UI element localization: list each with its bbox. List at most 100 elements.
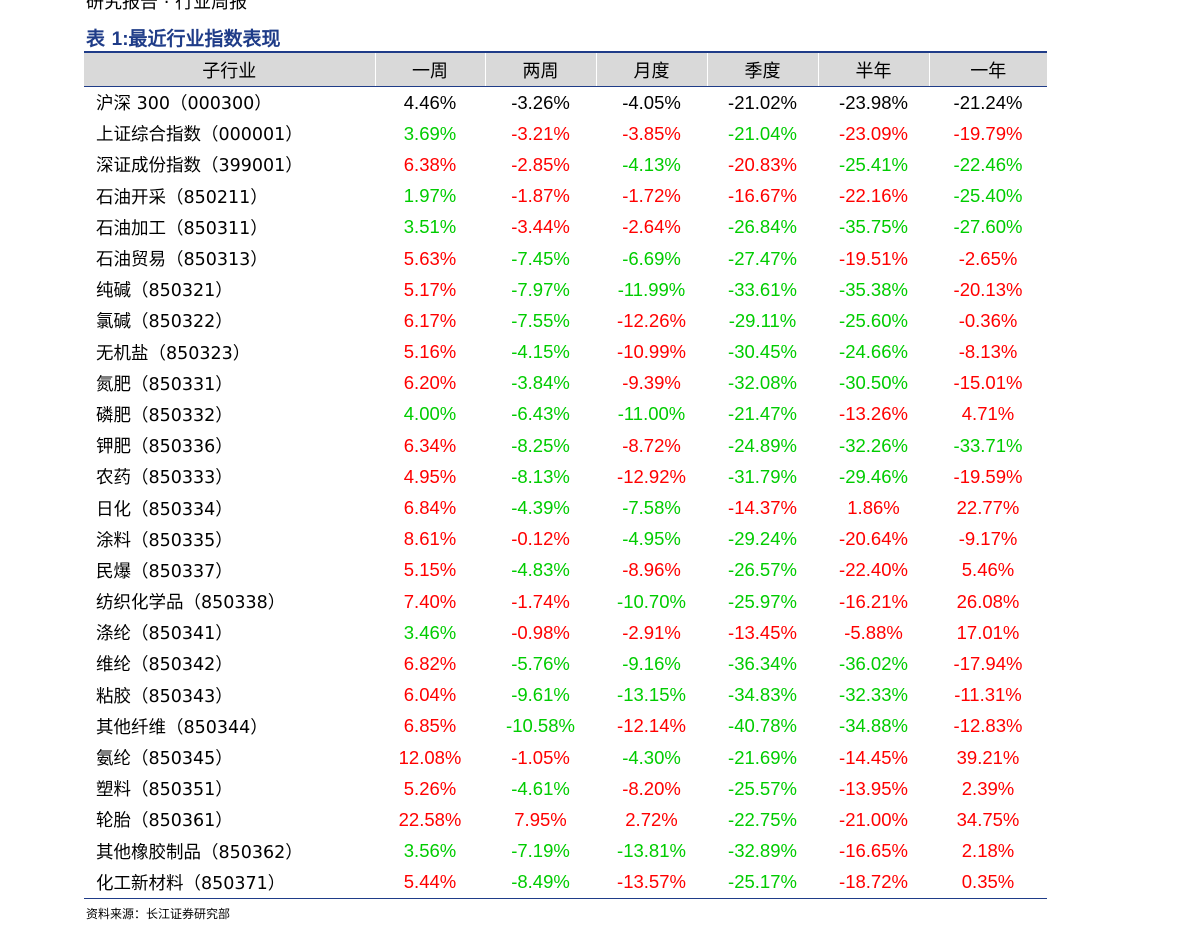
cell-two-weeks: -10.58% xyxy=(506,715,575,737)
cell-one-week: 5.26% xyxy=(403,777,457,799)
cell-two-weeks: -4.15% xyxy=(511,341,570,363)
cell-one-year: 0.35% xyxy=(929,866,1047,899)
cell-half-year: -29.46% xyxy=(839,465,908,487)
cell-two-weeks: -7.97% xyxy=(511,278,570,300)
cell-month: -13.57% xyxy=(596,866,707,899)
row-sub-industry-name: 沪深 300（000300） xyxy=(96,94,272,115)
cell-one-year: -22.46% xyxy=(953,153,1023,175)
cell-one-week: 6.17% xyxy=(403,309,457,331)
cell-one-week: 6.34% xyxy=(403,434,457,456)
cell-month: -4.30% xyxy=(622,746,681,768)
cell-quarter: -34.83% xyxy=(728,684,797,706)
cell-one-year: -19.79% xyxy=(953,122,1023,144)
cell-one-week: 7.40% xyxy=(403,590,457,612)
cell-one-year: 39.21% xyxy=(956,746,1020,768)
cell-one-year: 22.77% xyxy=(956,497,1020,519)
cell-two-weeks: -5.76% xyxy=(511,652,570,674)
row-sub-industry-name: 纯碱（850321） xyxy=(96,281,233,302)
cell-quarter: -30.45% xyxy=(728,341,797,363)
header-month: 月度 xyxy=(596,51,708,87)
row-sub-industry-name: 轮胎（850361） xyxy=(96,811,233,832)
cell-half-year: -32.33% xyxy=(839,684,908,706)
cell-two-weeks: -4.39% xyxy=(511,497,570,519)
cell-quarter: -25.57% xyxy=(728,777,797,799)
cell-half-year: -5.88% xyxy=(844,621,903,643)
row-sub-industry-name: 氯碱（850322） xyxy=(96,312,233,333)
cell-quarter: -33.61% xyxy=(728,278,797,300)
cell-quarter: -29.24% xyxy=(728,528,797,550)
table-row: 民爆（850337） 5.15% -4.83% -8.96% -26.57% -22.40… xyxy=(84,555,1047,586)
cell-quarter: -21.47% xyxy=(728,403,797,425)
cell-two-weeks: -7.55% xyxy=(511,309,570,331)
table-row: 纯碱（850321） 5.17% -7.97% -11.99% -33.61% -35.3… xyxy=(84,274,1047,305)
row-sub-industry-name: 氨纶（850345） xyxy=(96,749,233,770)
cell-two-weeks: -3.84% xyxy=(511,372,570,394)
cell-month: -3.85% xyxy=(622,122,681,144)
header-quarter: 季度 xyxy=(707,51,819,87)
cell-one-year: 34.75% xyxy=(956,808,1020,830)
table-row: 纺织化学品（850338） 7.40% -1.74% -10.70% -25.97% -1… xyxy=(84,586,1047,617)
table-title-text: 最近行业指数表现 xyxy=(128,28,281,50)
cell-one-week: 3.51% xyxy=(403,216,457,238)
cell-two-weeks: -8.25% xyxy=(511,434,570,456)
cell-quarter: -13.45% xyxy=(728,621,797,643)
cell-quarter: -32.89% xyxy=(728,840,797,862)
cell-month: -4.13% xyxy=(622,153,681,175)
table-row: 粘胶（850343） 6.04% -9.61% -13.15% -34.83% -32.3… xyxy=(84,680,1047,711)
cell-month: -12.92% xyxy=(617,465,686,487)
cell-month: -2.91% xyxy=(622,621,681,643)
cell-half-year: -22.40% xyxy=(839,559,908,581)
cell-quarter: -36.34% xyxy=(728,652,797,674)
cell-one-week: 4.95% xyxy=(403,465,457,487)
cell-one-year: -11.31% xyxy=(954,684,1022,706)
cell-half-year: -32.26% xyxy=(839,434,908,456)
table-row: 农药（850333） 4.95% -8.13% -12.92% -31.79% -29.4… xyxy=(84,461,1047,492)
cell-quarter: -25.17% xyxy=(707,866,818,899)
cell-one-week: 22.58% xyxy=(398,808,462,830)
row-sub-industry-name: 粘胶（850343） xyxy=(96,686,233,707)
cell-two-weeks: 7.95% xyxy=(514,808,567,830)
cell-quarter: -24.89% xyxy=(728,434,797,456)
cell-month: -2.64% xyxy=(622,216,681,238)
table-row: 石油开采（850211） 1.97% -1.87% -1.72% -16.67% -22.… xyxy=(84,181,1047,212)
table-row: 塑料（850351） 5.26% -4.61% -8.20% -25.57% -13.95… xyxy=(84,773,1047,804)
cell-one-week: 8.61% xyxy=(403,528,457,550)
table-row: 石油加工（850311） 3.51% -3.44% -2.64% -26.84% -35.… xyxy=(84,212,1047,243)
cell-two-weeks: -4.61% xyxy=(511,777,570,799)
cell-one-year: 2.39% xyxy=(961,777,1015,799)
cell-one-year: -25.40% xyxy=(953,185,1023,207)
cell-one-year: -12.83% xyxy=(953,715,1023,737)
row-sub-industry-name: 化工新材料（850371） xyxy=(84,866,375,899)
cell-one-year: 4.71% xyxy=(961,403,1015,425)
cell-two-weeks: -1.74% xyxy=(511,590,570,612)
cell-month: -4.95% xyxy=(622,528,681,550)
row-sub-industry-name: 其他橡胶制品（850362） xyxy=(96,842,303,863)
cell-two-weeks: -1.05% xyxy=(511,746,570,768)
row-sub-industry-name: 塑料（850351） xyxy=(96,780,233,801)
cell-one-year: -0.36% xyxy=(958,309,1018,331)
table-row: 化工新材料（850371） 5.44% -8.49% -13.57% -25.17% -1… xyxy=(84,866,1047,899)
cell-quarter: -40.78% xyxy=(728,715,797,737)
table-row: 氨纶（850345） 12.08% -1.05% -4.30% -21.69% -14.4… xyxy=(84,742,1047,773)
cell-quarter: -14.37% xyxy=(728,497,797,519)
cell-one-year: -20.13% xyxy=(953,278,1023,300)
cell-half-year: -21.00% xyxy=(839,808,908,830)
cell-one-year: 17.01% xyxy=(956,621,1020,643)
cell-one-week: 6.04% xyxy=(403,684,457,706)
cell-half-year: -14.45% xyxy=(839,746,908,768)
row-sub-industry-name: 石油开采（850211） xyxy=(96,187,268,208)
cell-month: -6.69% xyxy=(622,247,681,269)
cell-one-week: 5.63% xyxy=(403,247,457,269)
table-row: 无机盐（850323） 5.16% -4.15% -10.99% -30.45% -24.… xyxy=(84,337,1047,368)
cell-half-year: -22.16% xyxy=(839,185,908,207)
cell-month: -11.99% xyxy=(617,278,686,300)
row-sub-industry-name: 民爆（850337） xyxy=(96,561,233,582)
header-half-year: 半年 xyxy=(818,51,930,87)
cell-one-year: 2.18% xyxy=(961,840,1015,862)
cell-one-week: 4.46% xyxy=(403,91,457,113)
cell-month: -8.20% xyxy=(622,777,681,799)
cell-half-year: -25.60% xyxy=(839,309,908,331)
cell-two-weeks: -3.26% xyxy=(511,91,570,113)
cell-half-year: -18.72% xyxy=(818,866,929,899)
cell-two-weeks: -8.13% xyxy=(511,465,570,487)
